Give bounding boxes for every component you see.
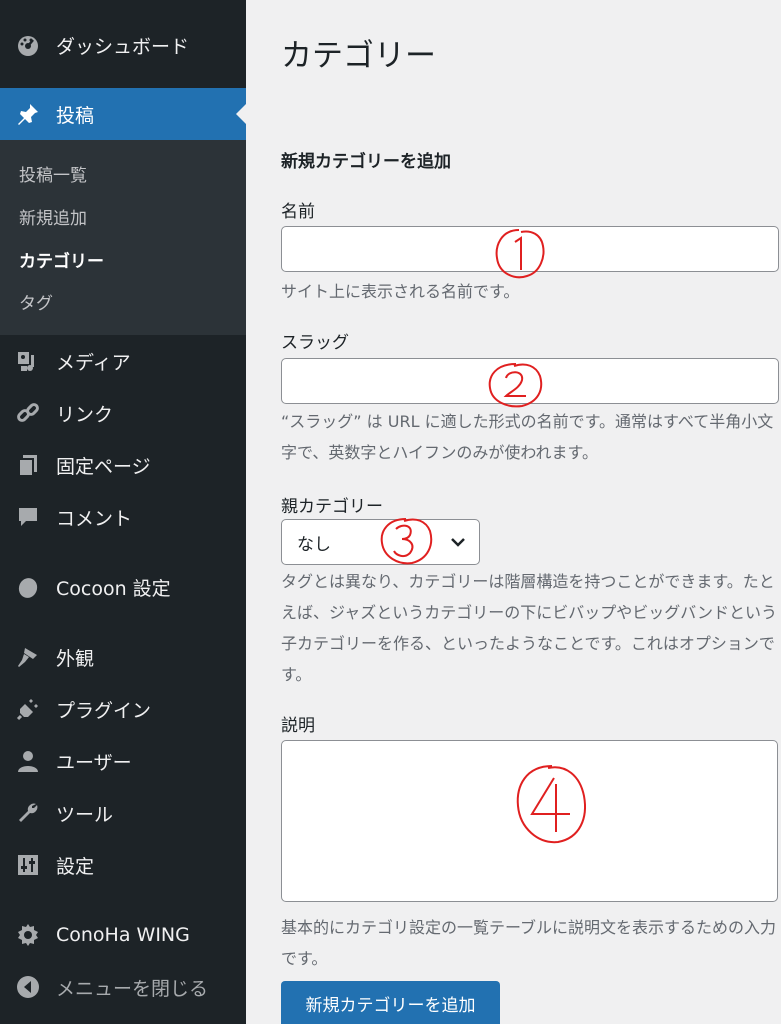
dashboard-gauge-icon	[15, 32, 41, 58]
description-help-text: 基本的にカテゴリ設定の一覧テーブルに説明文を表示するための入力です。	[281, 918, 777, 968]
name-help-text: サイト上に表示される名前です。	[281, 282, 520, 301]
comment-bubble-icon	[15, 504, 41, 530]
sidebar-item-links[interactable]: リンク	[0, 388, 246, 438]
parent-category-label: 親カテゴリー	[281, 497, 383, 517]
slug-help-text: “スラッグ” は URL に適した形式の名前です。通常はすべて半角小文字で、英数…	[281, 412, 774, 462]
chevron-down-icon	[449, 533, 467, 551]
link-chain-icon	[15, 400, 41, 426]
sidebar-item-label: メニューを閉じる	[56, 977, 209, 1000]
sidebar-item-label: コメント	[56, 507, 133, 530]
sidebar-item-appearance[interactable]: 外観	[0, 632, 246, 682]
name-label: 名前	[281, 202, 315, 222]
sidebar-item-conoha-wing[interactable]: ConoHa WING	[0, 910, 246, 960]
sidebar-item-pages[interactable]: 固定ページ	[0, 440, 246, 490]
sidebar-item-label: ConoHa WING	[56, 924, 190, 946]
media-icon	[15, 348, 41, 374]
paintbrush-icon	[15, 644, 41, 670]
sidebar-item-label: 固定ページ	[56, 455, 151, 478]
sidebar-item-label: ツール	[56, 803, 114, 826]
sidebar-item-posts[interactable]: 投稿	[0, 88, 246, 140]
main-content: カテゴリー 新規カテゴリーを追加 名前 サイト上に表示される名前です。 スラッグ…	[246, 0, 781, 1024]
sidebar-item-media[interactable]: メディア	[0, 336, 246, 386]
sidebar-item-comments[interactable]: コメント	[0, 492, 246, 542]
submenu-item-categories[interactable]: カテゴリー	[19, 247, 104, 272]
parent-category-selected-value: なし	[297, 534, 331, 555]
submenu-item-tags[interactable]: タグ	[19, 289, 53, 314]
name-input[interactable]	[281, 226, 779, 272]
pushpin-icon	[15, 101, 41, 127]
sidebar-item-dashboard[interactable]: ダッシュボード	[0, 20, 246, 70]
posts-submenu: 投稿一覧 新規追加 カテゴリー タグ	[0, 140, 246, 335]
parent-category-help-text: タグとは異なり、カテゴリーは階層構造を持つことができます。たとえば、ジャズという…	[281, 572, 778, 684]
pages-icon	[15, 452, 41, 478]
admin-sidebar: ダッシュボード 投稿 投稿一覧 新規追加 カテゴリー タグ メディア リンク 固…	[0, 0, 246, 1024]
description-label: 説明	[281, 716, 315, 736]
page-title: カテゴリー	[281, 38, 436, 74]
submenu-item-add-new[interactable]: 新規追加	[19, 204, 87, 229]
sidebar-item-label: 設定	[56, 855, 95, 878]
parent-category-select[interactable]: なし	[281, 519, 480, 565]
settings-sliders-icon	[15, 852, 41, 878]
sidebar-item-label: 投稿	[56, 104, 95, 127]
sidebar-item-plugins[interactable]: プラグイン	[0, 684, 246, 734]
sidebar-item-label: Cocoon 設定	[56, 577, 171, 600]
sidebar-item-settings[interactable]: 設定	[0, 840, 246, 890]
gear-icon	[15, 922, 41, 948]
sidebar-item-users[interactable]: ユーザー	[0, 736, 246, 786]
sidebar-collapse-menu[interactable]: メニューを閉じる	[0, 962, 246, 1012]
sidebar-item-label: 外観	[56, 647, 95, 670]
sidebar-item-cocoon[interactable]: Cocoon 設定	[0, 562, 246, 612]
cocoon-icon	[15, 574, 41, 600]
sidebar-item-label: リンク	[56, 403, 114, 426]
slug-label: スラッグ	[281, 333, 349, 353]
submenu-item-all-posts[interactable]: 投稿一覧	[19, 161, 87, 186]
plug-icon	[15, 696, 41, 722]
add-new-category-button[interactable]: 新規カテゴリーを追加	[281, 981, 500, 1024]
sidebar-item-label: メディア	[56, 351, 131, 374]
collapse-arrow-icon	[15, 974, 41, 1000]
slug-input[interactable]	[281, 358, 779, 404]
form-section-title: 新規カテゴリーを追加	[281, 152, 451, 172]
user-icon	[15, 748, 41, 774]
sidebar-item-tools[interactable]: ツール	[0, 788, 246, 838]
sidebar-item-label: プラグイン	[56, 699, 152, 722]
sidebar-item-label: ダッシュボード	[56, 35, 190, 58]
wrench-icon	[15, 800, 41, 826]
sidebar-item-label: ユーザー	[56, 751, 132, 774]
description-textarea[interactable]	[281, 740, 778, 902]
